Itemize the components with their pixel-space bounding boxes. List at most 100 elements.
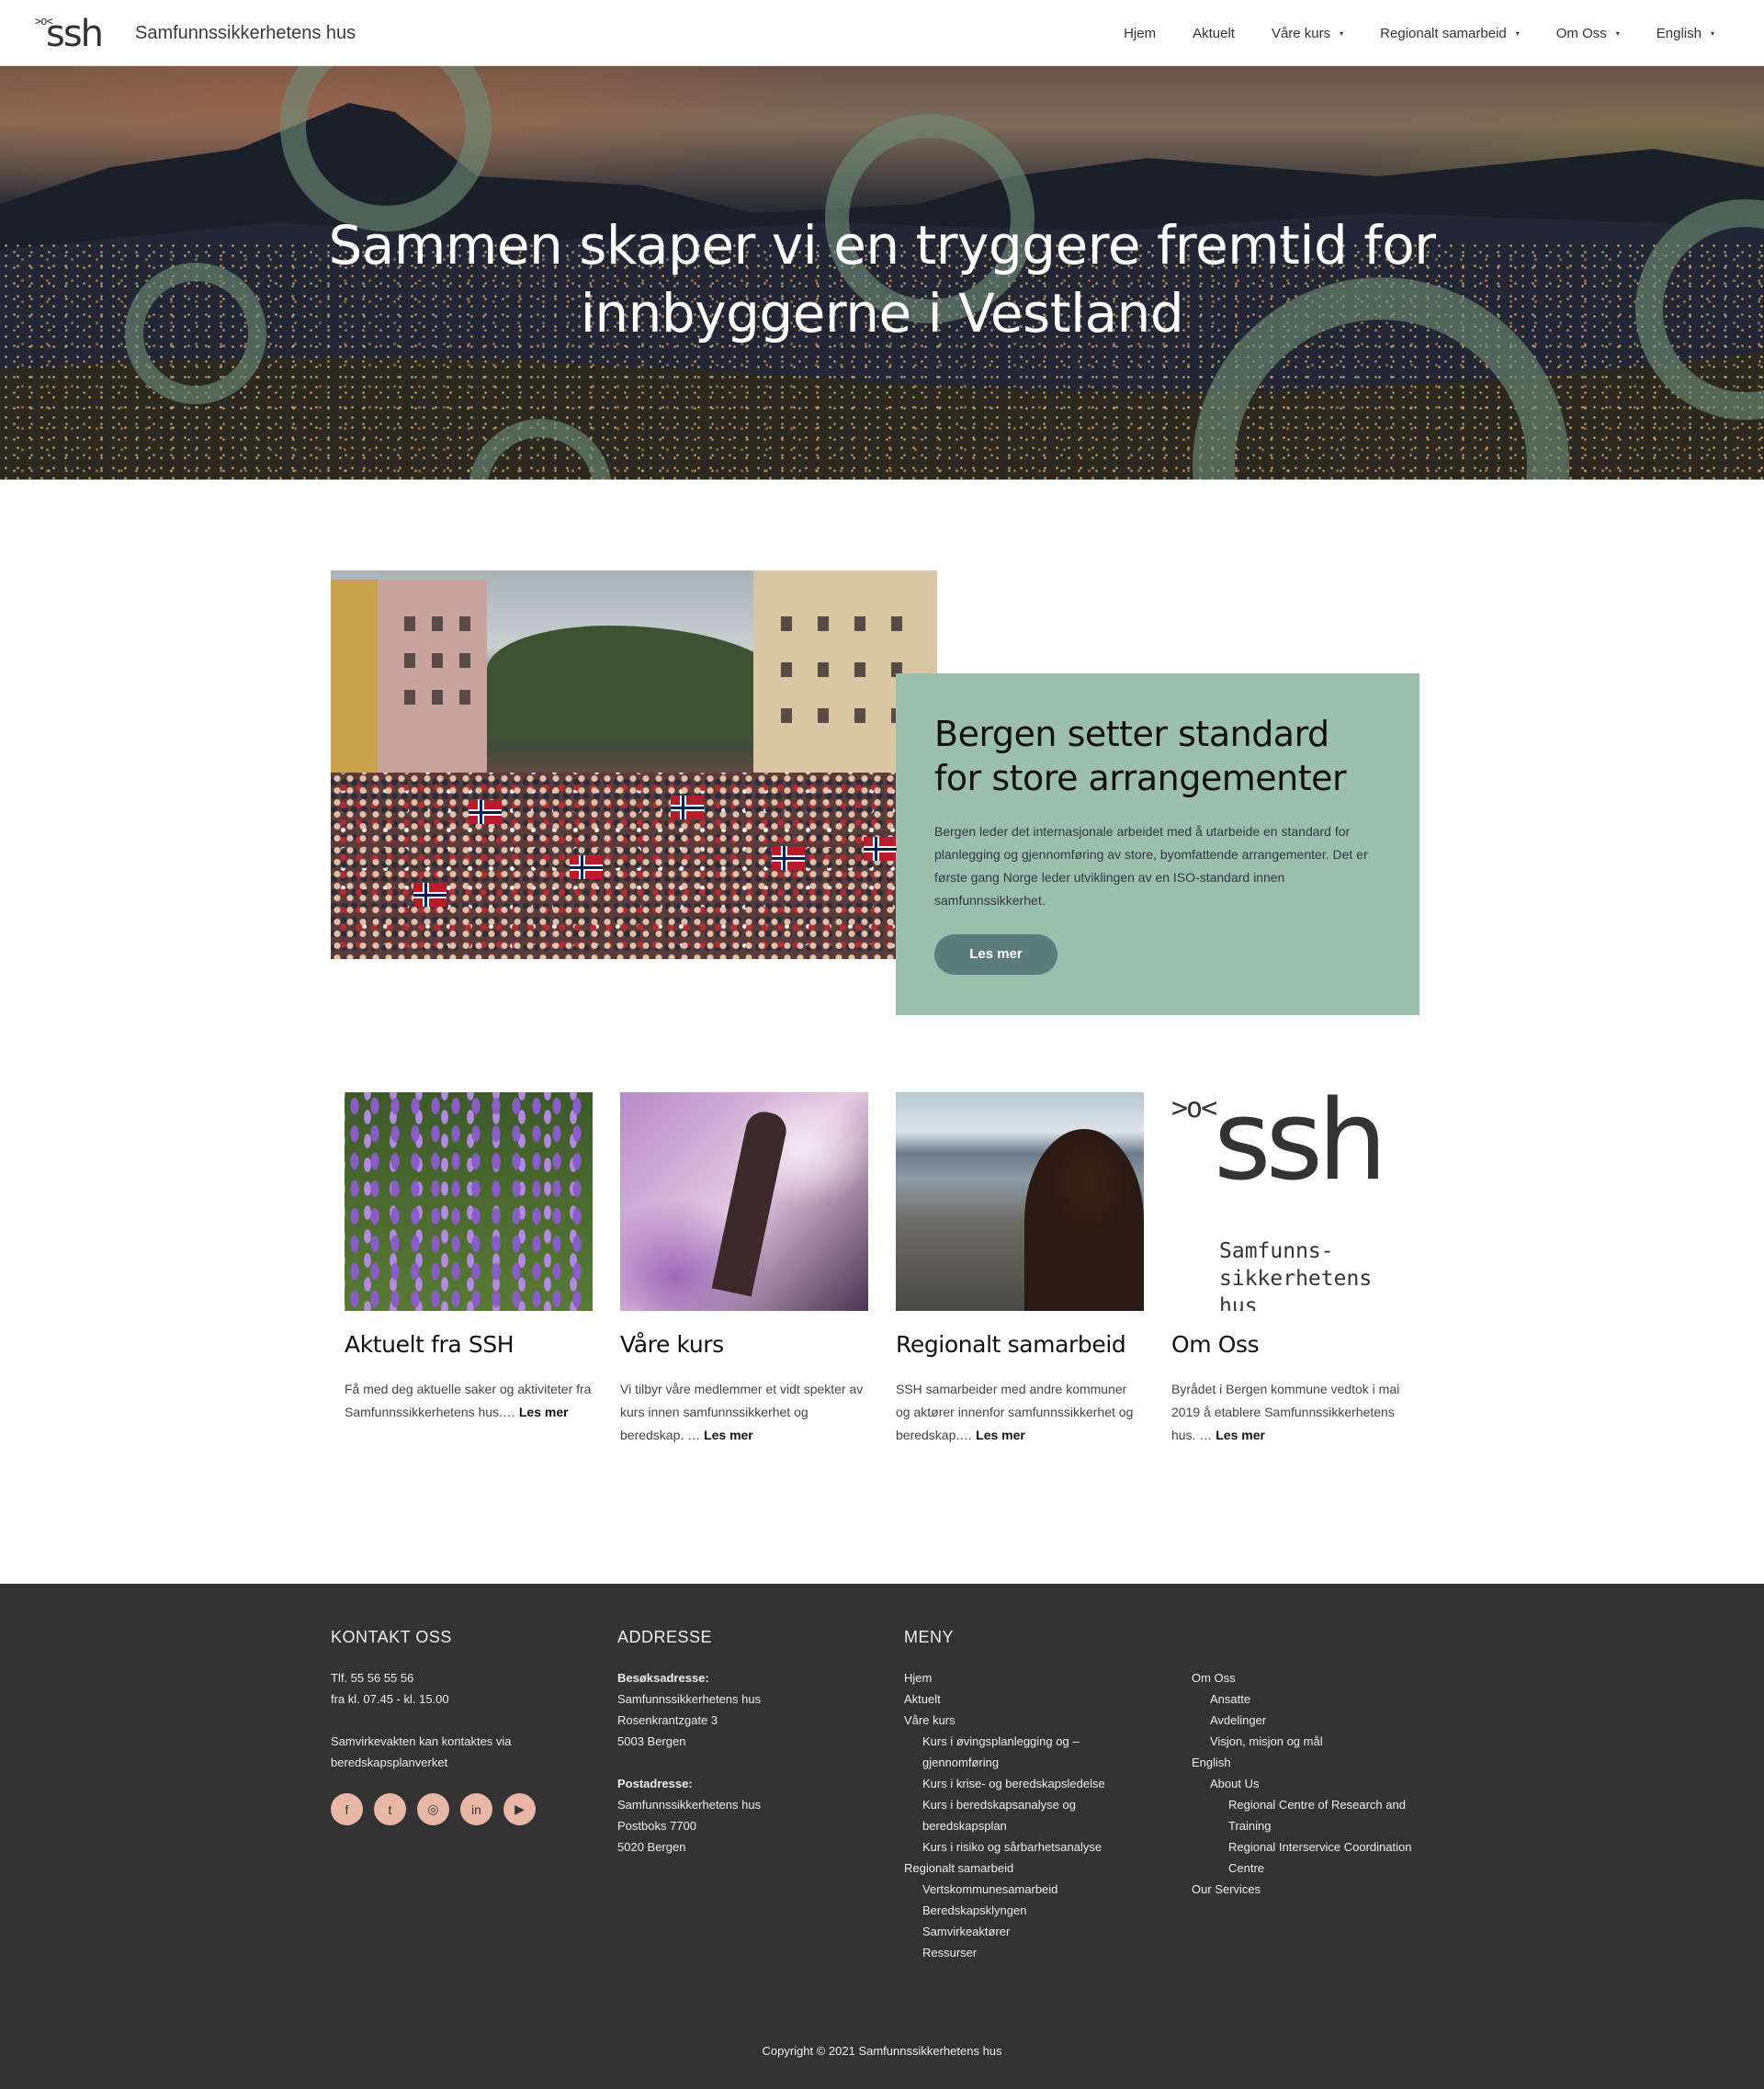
footer-address: ADDRESSE Besøksadresse: Samfunnssikkerhe… [617, 1628, 875, 1858]
nav-item-vare-kurs[interactable]: Våre kurs ▾ [1272, 26, 1343, 41]
card-text: Byrådet i Bergen kommune vedtok i mai 20… [1171, 1378, 1419, 1447]
footer-menu-item[interactable]: Training [1192, 1815, 1467, 1836]
nav-item-hjem[interactable]: Hjem [1124, 26, 1156, 41]
site-header: >o< ssh Samfunnssikkerhetens hus Hjem Ak… [0, 0, 1764, 66]
instagram-icon[interactable]: ◎ [417, 1793, 449, 1825]
footer-menu-item[interactable]: English [1192, 1752, 1467, 1773]
nav-label: English [1656, 25, 1702, 41]
footer-menu-item[interactable]: gjennomføring [904, 1752, 1180, 1773]
footer-menu-continued: Om Oss Ansatte Avdelinger Visjon, misjon og… [1192, 1667, 1467, 1900]
caret-down-icon: ▾ [1710, 28, 1714, 38]
caret-down-icon: ▾ [1615, 28, 1620, 38]
footer-heading: KONTAKT OSS [331, 1628, 452, 1646]
visit-address-line: Samfunnssikkerhetens hus [617, 1692, 762, 1706]
nav-label: Om Oss [1555, 25, 1607, 41]
footer-menu-item[interactable]: About Us [1192, 1773, 1467, 1794]
footer-menu-item[interactable]: Beredskapsklyngen [904, 1900, 1180, 1921]
linkedin-icon[interactable]: in [460, 1793, 492, 1825]
logo-word: ssh [1214, 1092, 1387, 1205]
hero-title-line1: Sammen skaper vi en tryggere fremtid for [328, 214, 1436, 277]
facebook-icon[interactable]: f [331, 1793, 363, 1825]
footer-menu-item[interactable]: Kurs i øvingsplanlegging og – [904, 1731, 1180, 1752]
nav-label: Regionalt samarbeid [1380, 25, 1507, 41]
bergen-view-image[interactable] [896, 1092, 1144, 1311]
feature-card: Bergen setter standard for store arrange… [896, 673, 1419, 1015]
footer-menu-item[interactable]: Ansatte [1192, 1688, 1467, 1710]
footer-menu-item[interactable]: Regional Centre of Research and [1192, 1794, 1467, 1815]
read-more-link[interactable]: Les mer [1216, 1428, 1265, 1442]
postal-address-line: Postboks 7700 [617, 1819, 697, 1833]
footer-menu-item[interactable]: Visjon, misjon og mål [1192, 1731, 1467, 1752]
image-person [1024, 1129, 1144, 1311]
phone-number: Tlf. 55 56 55 56 [331, 1671, 414, 1685]
footer-menu-item[interactable]: Our Services [1192, 1879, 1467, 1900]
footer-menu-item[interactable]: Kurs i risiko og sårbarhetsanalyse [904, 1836, 1180, 1858]
footer-menu-list: Om Oss Ansatte Avdelinger Visjon, misjon og… [1192, 1667, 1467, 1900]
logo-word: ssh [46, 13, 104, 55]
hero-title: Sammen skaper vi en tryggere fremtid for… [0, 211, 1764, 347]
samvirke-text: Samvirkevakten kan kontaktes via [331, 1734, 512, 1748]
footer-menu-list: Hjem Aktuelt Våre kurs Kurs i øvingsplanleg… [904, 1667, 1180, 1963]
footer-menu-item[interactable]: beredskapsplan [904, 1815, 1180, 1836]
image-arm [711, 1108, 790, 1297]
nav-item-aktuelt[interactable]: Aktuelt [1193, 26, 1235, 41]
nav-item-english[interactable]: English ▾ [1657, 26, 1714, 41]
logo-symbol: >o< [1171, 1092, 1217, 1124]
footer-menu-item[interactable]: Aktuelt [904, 1688, 1180, 1710]
card-text: Få med deg aktuelle saker og aktiviteter… [345, 1378, 593, 1424]
footer-menu-item[interactable]: Kurs i krise- og beredskapsledelse [904, 1773, 1180, 1794]
image-building [331, 580, 487, 800]
feature-title: Bergen setter standard for store arrange… [934, 714, 1347, 798]
norway-flag-icon [772, 846, 805, 870]
samvirke-text: beredskapsplanverket [331, 1756, 448, 1769]
read-more-button[interactable]: Les mer [934, 934, 1057, 975]
twitter-icon[interactable]: t [374, 1793, 406, 1825]
footer-menu-item[interactable]: Om Oss [1192, 1667, 1467, 1688]
youtube-icon[interactable]: ▶ [503, 1793, 536, 1825]
footer-menu: MENY Hjem Aktuelt Våre kurs Kurs i øvingspl… [904, 1628, 1180, 1963]
nav-item-regionalt-samarbeid[interactable]: Regionalt samarbeid ▾ [1380, 26, 1520, 41]
ssh-logo[interactable]: >o< ssh [35, 13, 105, 55]
footer-contact: KONTAKT OSS Tlf. 55 56 55 56 fra kl. 07.… [331, 1628, 588, 1825]
visit-address-line: Rosenkrantzgate 3 [617, 1713, 718, 1727]
caret-down-icon: ▾ [1340, 28, 1344, 38]
card-om-oss: >o< ssh Samfunns- sikkerhetens hus Om Os… [1171, 1092, 1419, 1447]
footer-menu-item[interactable]: Samvirkeaktører [904, 1921, 1180, 1942]
crocus-image[interactable] [345, 1092, 593, 1311]
footer-menu-item[interactable]: Vertskommunesamarbeid [904, 1879, 1180, 1900]
visit-address-label: Besøksadresse: [617, 1671, 709, 1685]
nav-label: Våre kurs [1271, 25, 1331, 41]
norway-flag-icon [570, 855, 603, 879]
read-more-link[interactable]: Les mer [519, 1405, 569, 1419]
footer-menu-item[interactable]: Avdelinger [1192, 1710, 1467, 1731]
read-more-link[interactable]: Les mer [976, 1428, 1025, 1442]
footer-menu-item[interactable]: Regionalt samarbeid [904, 1858, 1180, 1879]
feature-text: Bergen leder det internasjonale arbeidet… [934, 824, 1368, 908]
card-title[interactable]: Regionalt samarbeid [896, 1331, 1144, 1358]
footer-menu-item[interactable]: Våre kurs [904, 1710, 1180, 1731]
read-more-link[interactable]: Les mer [704, 1428, 753, 1442]
image-hills [487, 626, 790, 736]
postal-address-line: 5020 Bergen [617, 1840, 686, 1854]
footer-menu-item[interactable]: Regional Interservice Coordination [1192, 1836, 1467, 1858]
postal-address-line: Samfunnssikkerhetens hus [617, 1798, 762, 1812]
main-nav: Hjem Aktuelt Våre kurs ▾ Regionalt samarb… [1124, 0, 1714, 66]
ssh-logo-image[interactable]: >o< ssh Samfunns- sikkerhetens hus [1171, 1092, 1419, 1311]
nav-item-om-oss[interactable]: Om Oss ▾ [1556, 26, 1620, 41]
footer-menu-item[interactable]: Kurs i beredskapsanalyse og [904, 1794, 1180, 1815]
caret-down-icon: ▾ [1515, 28, 1520, 38]
site-title[interactable]: Samfunnssikkerhetens hus [135, 23, 356, 44]
footer-menu-item[interactable]: Hjem [904, 1667, 1180, 1688]
footer-menu-item[interactable]: Centre [1192, 1858, 1467, 1879]
card-title[interactable]: Våre kurs [620, 1331, 868, 1358]
footer-heading: ADDRESSE [617, 1628, 713, 1646]
card-title[interactable]: Om Oss [1171, 1331, 1419, 1358]
card-excerpt: Byrådet i Bergen kommune vedtok i mai 20… [1171, 1382, 1400, 1442]
footer-menu-item[interactable]: Ressurser [904, 1942, 1180, 1963]
card-text: Vi tilbyr våre medlemmer et vidt spekter… [620, 1378, 868, 1447]
hero-title-line2: innbyggerne i Vestland [580, 282, 1184, 344]
card-title[interactable]: Aktuelt fra SSH [345, 1331, 593, 1358]
norway-flag-icon [864, 837, 897, 861]
raised-hand-image[interactable] [620, 1092, 868, 1311]
social-links: f t ◎ in ▶ [331, 1793, 588, 1825]
